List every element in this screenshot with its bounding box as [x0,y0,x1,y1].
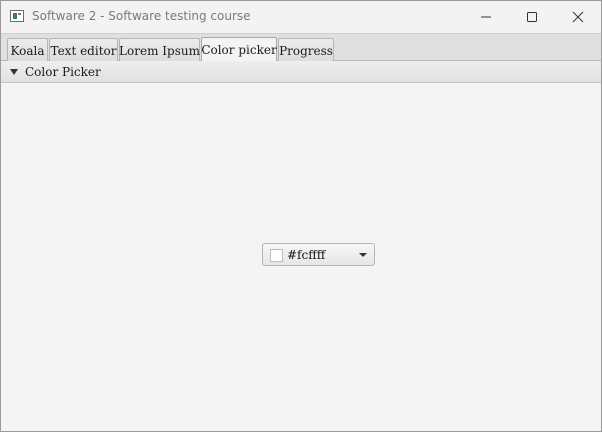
color-value: #fcffff [287,248,326,262]
expand-arrow-icon[interactable] [10,69,18,75]
minimize-icon [481,16,491,17]
title-bar[interactable]: Software 2 - Software testing course [1,1,601,33]
color-picker-pane-header[interactable]: Color Picker [1,61,601,83]
color-picker-combo[interactable]: #fcffff [262,243,375,266]
tab-strip: Koala Text editor Lorem Ipsum Color pick… [1,33,601,62]
close-icon [572,11,584,22]
maximize-icon [527,11,537,22]
minimize-button[interactable] [463,1,509,32]
tab-label: Lorem Ipsum [119,43,200,58]
color-swatch [270,249,283,262]
tab-label: Color picker [201,43,277,57]
tab-progress[interactable]: Progress [278,38,334,62]
app-window-icon [10,10,24,22]
tab-label: Progress [279,43,333,58]
window-title: Software 2 - Software testing course [32,9,251,23]
close-button[interactable] [555,1,601,32]
chevron-down-icon[interactable] [359,253,367,257]
application-window: Software 2 - Software testing course Koa… [0,0,602,432]
pane-title: Color Picker [25,65,101,79]
tab-koala[interactable]: Koala [7,38,48,62]
tab-color-picker[interactable]: Color picker [201,37,277,62]
maximize-button[interactable] [509,1,555,32]
tab-text-editor[interactable]: Text editor [49,38,118,62]
tab-label: Koala [10,43,45,58]
tab-lorem-ipsum[interactable]: Lorem Ipsum [119,38,200,62]
pane-content: #fcffff [1,84,601,431]
tab-label: Text editor [50,43,117,58]
